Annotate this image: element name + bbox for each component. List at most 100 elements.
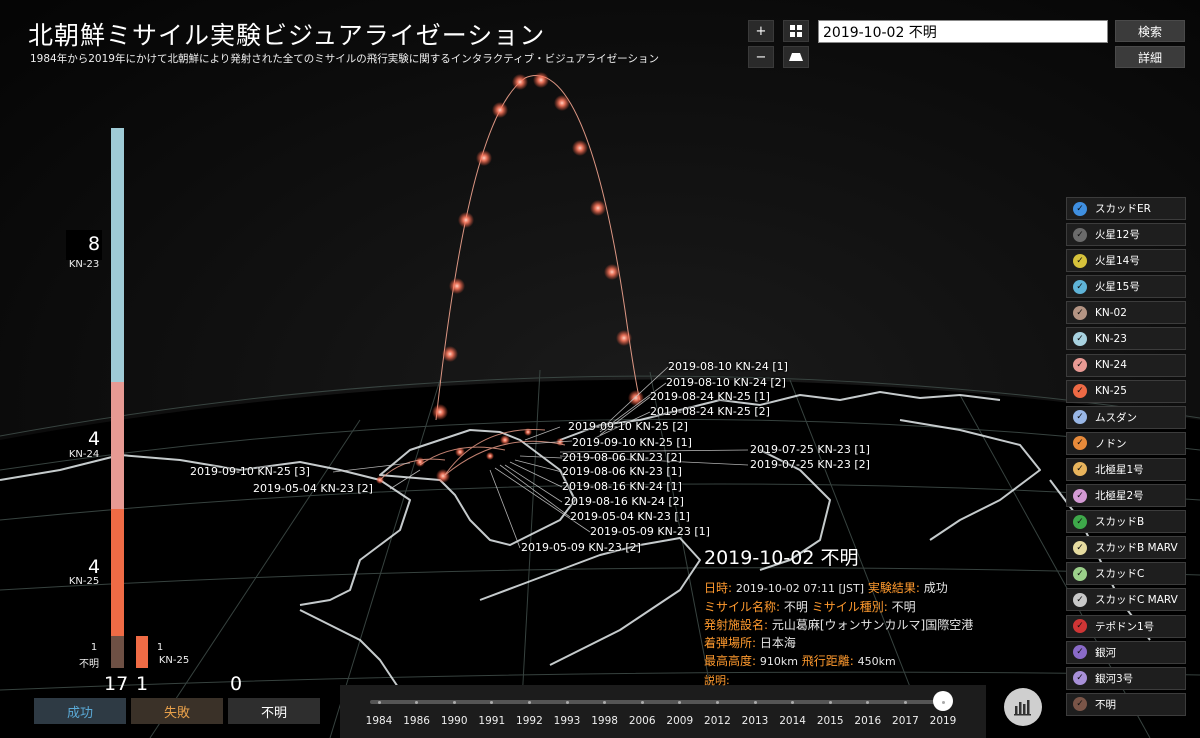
year-timeline: 1984 1986 1990 1991 1992 1993 1998 2006 2009 2012…	[340, 685, 986, 738]
timeline-year-label[interactable]: 2016	[854, 715, 881, 727]
stat-small-label-unknown: 不明	[79, 659, 99, 670]
timeline-year-label[interactable]: 2013	[742, 715, 769, 727]
timeline-tick[interactable]	[377, 701, 381, 704]
stat-bar-unknown[interactable]	[111, 636, 124, 668]
zoom-in-button[interactable]: +	[748, 20, 774, 42]
grid-icon	[790, 25, 802, 37]
grid-view-button[interactable]	[783, 20, 809, 42]
legend-item[interactable]: ✓ ムスダン	[1066, 405, 1186, 429]
timeline-year-label[interactable]: 1984	[366, 715, 393, 727]
detail-desc-key: 説明:	[704, 674, 730, 687]
timeline-tick[interactable]	[903, 701, 907, 704]
timeline-year-label[interactable]: 2012	[704, 715, 731, 727]
legend-item[interactable]: ✓ KN-02	[1066, 301, 1186, 325]
checkmark-icon: ✓	[1073, 566, 1087, 581]
legend-item[interactable]: ✓ スカッドB	[1066, 510, 1186, 534]
flight-label[interactable]: 2019-08-16 KN-24 [1]	[562, 480, 682, 493]
stat-value-kn25: 4	[87, 556, 101, 578]
filter-unknown-button[interactable]: 不明	[228, 698, 320, 724]
legend-item[interactable]: ✓ KN-24	[1066, 353, 1186, 377]
timeline-year-label[interactable]: 2019	[930, 715, 957, 727]
timeline-tick[interactable]	[941, 701, 945, 704]
stat-bar-kn24[interactable]	[111, 382, 124, 509]
timeline-year-label[interactable]: 1998	[591, 715, 618, 727]
detail-name-value: 不明	[783, 600, 808, 614]
legend-item[interactable]: ✓ 銀河	[1066, 640, 1186, 664]
zoom-out-button[interactable]: −	[748, 46, 774, 68]
timeline-tick[interactable]	[828, 701, 832, 704]
chart-toggle-button[interactable]	[1004, 688, 1042, 726]
legend-item[interactable]: ✓ KN-25	[1066, 379, 1186, 403]
timeline-year-label[interactable]: 2017	[892, 715, 919, 727]
timeline-tick[interactable]	[565, 701, 569, 704]
timeline-year-label[interactable]: 1986	[403, 715, 430, 727]
search-input[interactable]	[818, 20, 1108, 43]
detail-button[interactable]: 詳細	[1115, 46, 1185, 68]
detail-date-value: 2019-10-02 07:11 [JST]	[735, 582, 865, 595]
flight-label[interactable]: 2019-08-06 KN-23 [2]	[562, 451, 682, 464]
timeline-tick[interactable]	[715, 701, 719, 704]
timeline-year-label[interactable]: 2015	[817, 715, 844, 727]
legend-item[interactable]: ✓ スカッドB MARV	[1066, 536, 1186, 560]
flight-label[interactable]: 2019-05-04 KN-23 [1]	[570, 510, 690, 523]
legend-item[interactable]: ✓ 火星14号	[1066, 249, 1186, 273]
legend-item[interactable]: ✓ 不明	[1066, 692, 1186, 716]
flight-label[interactable]: 2019-09-10 KN-25 [3]	[190, 465, 310, 478]
legend-item[interactable]: ✓ 火星12号	[1066, 223, 1186, 247]
legend-item[interactable]: ✓ KN-23	[1066, 327, 1186, 351]
search-button[interactable]: 検索	[1115, 20, 1185, 42]
globe-view[interactable]	[0, 0, 1200, 738]
stat-small-bar-kn25[interactable]	[136, 636, 148, 668]
flight-label[interactable]: 2019-08-10 KN-24 [1]	[668, 360, 788, 373]
timeline-year-label[interactable]: 1993	[554, 715, 581, 727]
legend-label: スカッドB	[1095, 516, 1145, 529]
flight-label[interactable]: 2019-07-25 KN-23 [2]	[750, 458, 870, 471]
timeline-tick[interactable]	[527, 701, 531, 704]
checkmark-icon: ✓	[1073, 462, 1087, 477]
checkmark-icon: ✓	[1073, 201, 1087, 216]
timeline-year-label[interactable]: 2006	[629, 715, 656, 727]
map-view-button[interactable]	[783, 46, 809, 68]
legend-item[interactable]: ✓ スカッドC	[1066, 562, 1186, 586]
timeline-year-label[interactable]: 1991	[478, 715, 505, 727]
checkmark-icon: ✓	[1073, 358, 1087, 373]
timeline-tick[interactable]	[452, 701, 456, 704]
page-subtitle: 1984年から2019年にかけて北朝鮮により発射された全てのミサイルの飛行実験に…	[30, 53, 659, 65]
timeline-track[interactable]	[370, 700, 942, 704]
flight-label[interactable]: 2019-09-10 KN-25 [2]	[568, 420, 688, 433]
checkmark-icon: ✓	[1073, 384, 1087, 399]
flight-label[interactable]: 2019-08-24 KN-25 [2]	[650, 405, 770, 418]
stat-bar-kn25[interactable]	[111, 509, 124, 636]
filter-failure-button[interactable]: 失敗	[131, 698, 223, 724]
filter-success-button[interactable]: 成功	[34, 698, 126, 724]
flight-label[interactable]: 2019-05-04 KN-23 [2]	[253, 482, 373, 495]
legend-item[interactable]: ✓ スカッドC MARV	[1066, 588, 1186, 612]
legend-item[interactable]: ✓ テポドン1号	[1066, 614, 1186, 638]
legend-item[interactable]: ✓ 銀河3号	[1066, 666, 1186, 690]
flight-label[interactable]: 2019-08-06 KN-23 [1]	[562, 465, 682, 478]
legend-item[interactable]: ✓ 火星15号	[1066, 275, 1186, 299]
timeline-tick[interactable]	[753, 701, 757, 704]
timeline-year-label[interactable]: 1990	[441, 715, 468, 727]
flight-label[interactable]: 2019-05-09 KN-23 [2]	[521, 541, 641, 554]
flight-label[interactable]: 2019-08-10 KN-24 [2]	[666, 376, 786, 389]
stat-bar-kn23[interactable]	[111, 128, 124, 382]
timeline-year-label[interactable]: 1992	[516, 715, 543, 727]
flight-label[interactable]: 2019-09-10 KN-25 [1]	[572, 436, 692, 449]
flight-label[interactable]: 2019-07-25 KN-23 [1]	[750, 443, 870, 456]
count-unknown: 0	[230, 673, 243, 695]
legend-item[interactable]: ✓ 北極星2号	[1066, 484, 1186, 508]
legend-item[interactable]: ✓ スカッドER	[1066, 197, 1186, 220]
detail-date-key: 日時:	[704, 581, 733, 595]
timeline-year-label[interactable]: 2009	[666, 715, 693, 727]
flight-label[interactable]: 2019-05-09 KN-23 [1]	[590, 525, 710, 538]
flight-label[interactable]: 2019-08-16 KN-24 [2]	[564, 495, 684, 508]
timeline-tick[interactable]	[640, 701, 644, 704]
legend-item[interactable]: ✓ 北極星1号	[1066, 457, 1186, 481]
legend-item[interactable]: ✓ ノドン	[1066, 431, 1186, 455]
timeline-year-label[interactable]: 2014	[779, 715, 806, 727]
detail-type-value: 不明	[891, 600, 916, 614]
detail-apogee-value: 910km	[759, 655, 798, 668]
legend-label: 北極星2号	[1095, 490, 1144, 503]
flight-label[interactable]: 2019-08-24 KN-25 [1]	[650, 390, 770, 403]
